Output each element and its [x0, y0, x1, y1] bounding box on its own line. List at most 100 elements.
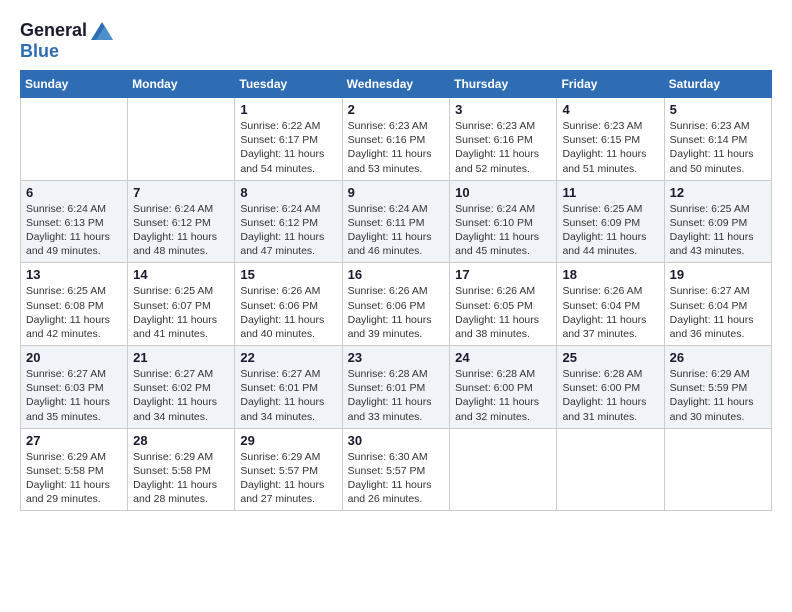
day-number: 2	[348, 102, 445, 117]
day-number: 21	[133, 350, 229, 365]
day-info: Sunrise: 6:23 AM Sunset: 6:14 PM Dayligh…	[670, 119, 766, 176]
day-number: 22	[240, 350, 336, 365]
day-info: Sunrise: 6:29 AM Sunset: 5:58 PM Dayligh…	[26, 450, 122, 507]
day-info: Sunrise: 6:29 AM Sunset: 5:58 PM Dayligh…	[133, 450, 229, 507]
calendar-cell: 7 Sunrise: 6:24 AM Sunset: 6:12 PM Daylig…	[128, 180, 235, 263]
day-number: 5	[670, 102, 766, 117]
calendar-cell: 26 Sunrise: 6:29 AM Sunset: 5:59 PM Dayli…	[664, 346, 771, 429]
day-number: 27	[26, 433, 122, 448]
logo-blue-text: Blue	[20, 41, 59, 62]
calendar-cell: 8 Sunrise: 6:24 AM Sunset: 6:12 PM Daylig…	[235, 180, 342, 263]
day-info: Sunrise: 6:27 AM Sunset: 6:04 PM Dayligh…	[670, 284, 766, 341]
calendar-week-row: 27 Sunrise: 6:29 AM Sunset: 5:58 PM Dayli…	[21, 428, 772, 511]
day-info: Sunrise: 6:30 AM Sunset: 5:57 PM Dayligh…	[348, 450, 445, 507]
day-number: 13	[26, 267, 122, 282]
calendar-cell: 12 Sunrise: 6:25 AM Sunset: 6:09 PM Dayli…	[664, 180, 771, 263]
weekday-header: Tuesday	[235, 71, 342, 98]
day-number: 11	[562, 185, 658, 200]
day-info: Sunrise: 6:23 AM Sunset: 6:16 PM Dayligh…	[455, 119, 551, 176]
day-number: 14	[133, 267, 229, 282]
weekday-header: Sunday	[21, 71, 128, 98]
day-number: 16	[348, 267, 445, 282]
day-number: 8	[240, 185, 336, 200]
day-info: Sunrise: 6:25 AM Sunset: 6:07 PM Dayligh…	[133, 284, 229, 341]
day-info: Sunrise: 6:25 AM Sunset: 6:09 PM Dayligh…	[670, 202, 766, 259]
calendar-cell: 16Sunrise: 6:26 AM Sunset: 6:06 PM Dayli…	[342, 263, 450, 346]
day-info: Sunrise: 6:24 AM Sunset: 6:12 PM Dayligh…	[240, 202, 336, 259]
weekday-header: Wednesday	[342, 71, 450, 98]
day-number: 7	[133, 185, 229, 200]
calendar-cell: 15 Sunrise: 6:26 AM Sunset: 6:06 PM Dayli…	[235, 263, 342, 346]
day-info: Sunrise: 6:27 AM Sunset: 6:02 PM Dayligh…	[133, 367, 229, 424]
weekday-header: Monday	[128, 71, 235, 98]
calendar-cell: 19Sunrise: 6:27 AM Sunset: 6:04 PM Dayli…	[664, 263, 771, 346]
calendar-cell: 18 Sunrise: 6:26 AM Sunset: 6:04 PM Dayli…	[557, 263, 664, 346]
calendar-cell: 22 Sunrise: 6:27 AM Sunset: 6:01 PM Dayli…	[235, 346, 342, 429]
calendar-cell: 28 Sunrise: 6:29 AM Sunset: 5:58 PM Dayli…	[128, 428, 235, 511]
day-number: 18	[562, 267, 658, 282]
calendar-week-row: 20 Sunrise: 6:27 AM Sunset: 6:03 PM Dayli…	[21, 346, 772, 429]
day-info: Sunrise: 6:29 AM Sunset: 5:59 PM Dayligh…	[670, 367, 766, 424]
calendar-cell: 27 Sunrise: 6:29 AM Sunset: 5:58 PM Dayli…	[21, 428, 128, 511]
day-info: Sunrise: 6:24 AM Sunset: 6:11 PM Dayligh…	[348, 202, 445, 259]
day-info: Sunrise: 6:28 AM Sunset: 6:00 PM Dayligh…	[562, 367, 658, 424]
header: General Blue	[20, 20, 772, 62]
day-number: 12	[670, 185, 766, 200]
calendar-cell: 30 Sunrise: 6:30 AM Sunset: 5:57 PM Dayli…	[342, 428, 450, 511]
calendar-cell: 13 Sunrise: 6:25 AM Sunset: 6:08 PM Dayli…	[21, 263, 128, 346]
day-info: Sunrise: 6:23 AM Sunset: 6:15 PM Dayligh…	[562, 119, 658, 176]
calendar-cell: 4 Sunrise: 6:23 AM Sunset: 6:15 PM Daylig…	[557, 98, 664, 181]
calendar-cell: 1 Sunrise: 6:22 AM Sunset: 6:17 PM Daylig…	[235, 98, 342, 181]
calendar-cell: 2 Sunrise: 6:23 AM Sunset: 6:16 PM Daylig…	[342, 98, 450, 181]
day-info: Sunrise: 6:24 AM Sunset: 6:10 PM Dayligh…	[455, 202, 551, 259]
day-info: Sunrise: 6:26 AM Sunset: 6:06 PM Dayligh…	[240, 284, 336, 341]
calendar-cell	[557, 428, 664, 511]
day-number: 6	[26, 185, 122, 200]
day-info: Sunrise: 6:26 AM Sunset: 6:04 PM Dayligh…	[562, 284, 658, 341]
calendar-cell	[664, 428, 771, 511]
day-info: Sunrise: 6:27 AM Sunset: 6:03 PM Dayligh…	[26, 367, 122, 424]
day-number: 1	[240, 102, 336, 117]
calendar-week-row: 1 Sunrise: 6:22 AM Sunset: 6:17 PM Daylig…	[21, 98, 772, 181]
day-info: Sunrise: 6:25 AM Sunset: 6:08 PM Dayligh…	[26, 284, 122, 341]
calendar-cell: 14 Sunrise: 6:25 AM Sunset: 6:07 PM Dayli…	[128, 263, 235, 346]
weekday-header: Thursday	[450, 71, 557, 98]
day-number: 10	[455, 185, 551, 200]
day-number: 26	[670, 350, 766, 365]
day-info: Sunrise: 6:29 AM Sunset: 5:57 PM Dayligh…	[240, 450, 336, 507]
logo: General Blue	[20, 20, 113, 62]
day-number: 17	[455, 267, 551, 282]
calendar-cell: 29Sunrise: 6:29 AM Sunset: 5:57 PM Dayli…	[235, 428, 342, 511]
calendar-cell	[21, 98, 128, 181]
day-number: 28	[133, 433, 229, 448]
calendar-week-row: 13 Sunrise: 6:25 AM Sunset: 6:08 PM Dayli…	[21, 263, 772, 346]
calendar-cell: 5 Sunrise: 6:23 AM Sunset: 6:14 PM Daylig…	[664, 98, 771, 181]
weekday-header: Saturday	[664, 71, 771, 98]
day-info: Sunrise: 6:24 AM Sunset: 6:12 PM Dayligh…	[133, 202, 229, 259]
logo-general-text: General	[20, 20, 87, 41]
calendar-cell: 25 Sunrise: 6:28 AM Sunset: 6:00 PM Dayli…	[557, 346, 664, 429]
calendar-cell: 11 Sunrise: 6:25 AM Sunset: 6:09 PM Dayli…	[557, 180, 664, 263]
day-info: Sunrise: 6:28 AM Sunset: 6:01 PM Dayligh…	[348, 367, 445, 424]
calendar-cell: 10 Sunrise: 6:24 AM Sunset: 6:10 PM Dayli…	[450, 180, 557, 263]
calendar-cell: 21 Sunrise: 6:27 AM Sunset: 6:02 PM Dayli…	[128, 346, 235, 429]
day-number: 30	[348, 433, 445, 448]
day-info: Sunrise: 6:23 AM Sunset: 6:16 PM Dayligh…	[348, 119, 445, 176]
day-number: 3	[455, 102, 551, 117]
day-info: Sunrise: 6:28 AM Sunset: 6:00 PM Dayligh…	[455, 367, 551, 424]
weekday-header: Friday	[557, 71, 664, 98]
calendar-table: SundayMondayTuesdayWednesdayThursdayFrid…	[20, 70, 772, 511]
day-number: 20	[26, 350, 122, 365]
day-number: 25	[562, 350, 658, 365]
day-info: Sunrise: 6:27 AM Sunset: 6:01 PM Dayligh…	[240, 367, 336, 424]
day-info: Sunrise: 6:25 AM Sunset: 6:09 PM Dayligh…	[562, 202, 658, 259]
day-number: 15	[240, 267, 336, 282]
day-info: Sunrise: 6:22 AM Sunset: 6:17 PM Dayligh…	[240, 119, 336, 176]
calendar-cell: 9 Sunrise: 6:24 AM Sunset: 6:11 PM Daylig…	[342, 180, 450, 263]
day-number: 9	[348, 185, 445, 200]
calendar-cell	[128, 98, 235, 181]
calendar-header-row: SundayMondayTuesdayWednesdayThursdayFrid…	[21, 71, 772, 98]
day-number: 24	[455, 350, 551, 365]
logo-icon	[91, 22, 113, 40]
day-number: 4	[562, 102, 658, 117]
